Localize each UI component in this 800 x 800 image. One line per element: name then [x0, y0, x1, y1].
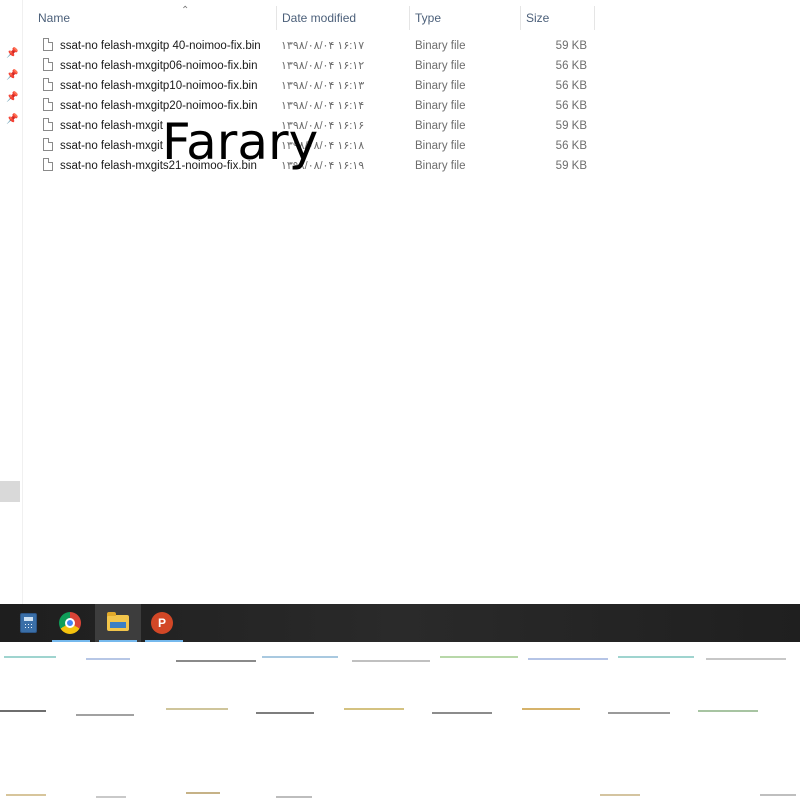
glitch-line — [706, 658, 786, 660]
pin-icon[interactable]: 📌 — [6, 48, 18, 60]
file-row[interactable]: ssat-no felash-mxgitp06-noimoo-fix.bin ۱… — [32, 56, 596, 76]
glitch-line — [76, 714, 134, 716]
scrollbar-thumb[interactable] — [0, 481, 20, 502]
taskbar-chrome-button[interactable] — [48, 604, 94, 642]
file-size: 56 KB — [555, 60, 587, 72]
file-date: ۱۳۹۸/۰۸/۰۴ ۱۶:۱۳ — [281, 80, 365, 92]
file-size: 59 KB — [555, 160, 587, 172]
folder-icon — [107, 612, 129, 631]
glitch-line — [276, 796, 312, 798]
file-name: ssat-no felash-mxgitp 40-noimoo-fix.bin — [60, 40, 261, 52]
file-icon — [43, 58, 53, 71]
file-icon — [43, 158, 53, 171]
glitch-line — [176, 660, 256, 662]
file-icon — [43, 38, 53, 51]
glitch-line — [4, 656, 56, 658]
column-divider[interactable] — [594, 6, 595, 30]
corrupted-screen-area — [0, 642, 800, 800]
column-size[interactable]: Size — [520, 6, 594, 30]
file-name: ssat-no felash-mxgitp06-noimoo-fix.bin — [60, 60, 258, 72]
chrome-icon — [59, 612, 81, 634]
glitch-line — [262, 656, 338, 658]
calculator-icon — [20, 613, 37, 633]
file-name: ssat-no felash-mxgitp10-noimoo-fix.bin — [60, 80, 258, 92]
taskbar-powerpoint-button[interactable]: P — [141, 604, 187, 642]
file-date: ۱۳۹۸/۰۸/۰۴ ۱۶:۱۲ — [281, 60, 365, 72]
file-type: Binary file — [415, 160, 466, 172]
taskbar-file-explorer-button[interactable] — [95, 604, 141, 642]
glitch-line — [522, 708, 580, 710]
file-size: 56 KB — [555, 80, 587, 92]
glitch-line — [96, 796, 126, 798]
powerpoint-icon: P — [151, 612, 173, 634]
file-size: 56 KB — [555, 100, 587, 112]
taskbar-calculator-button[interactable] — [4, 604, 50, 642]
pin-icon[interactable]: 📌 — [6, 70, 18, 82]
glitch-line — [344, 708, 404, 710]
glitch-line — [186, 792, 220, 794]
file-size: 59 KB — [555, 40, 587, 52]
column-type[interactable]: Type — [409, 6, 520, 30]
glitch-line — [760, 794, 796, 796]
file-explorer-window: 📌 📌 📌 📌 ⌃ Name Date modified Type Size s… — [0, 0, 800, 604]
glitch-line — [256, 712, 314, 714]
file-row[interactable]: ssat-no felash-mxgitp10-noimoo-fix.bin ۱… — [32, 76, 596, 96]
glitch-line — [166, 708, 228, 710]
glitch-line — [440, 656, 518, 658]
file-icon — [43, 78, 53, 91]
glitch-line — [608, 712, 670, 714]
glitch-line — [618, 656, 694, 658]
glitch-line — [6, 794, 46, 796]
navigation-pane: 📌 📌 📌 📌 — [0, 0, 23, 604]
glitch-line — [528, 658, 608, 660]
file-size: 59 KB — [555, 120, 587, 132]
file-row[interactable]: ssat-no felash-mxgitp 40-noimoo-fix.bin … — [32, 36, 596, 56]
glitch-line — [600, 794, 640, 796]
file-type: Binary file — [415, 120, 466, 132]
glitch-line — [698, 710, 758, 712]
column-name[interactable]: Name — [32, 6, 276, 30]
taskbar: P — [0, 604, 800, 642]
file-type: Binary file — [415, 40, 466, 52]
file-date: ۱۳۹۸/۰۸/۰۴ ۱۶:۱۷ — [281, 40, 365, 52]
file-icon — [43, 138, 53, 151]
file-type: Binary file — [415, 140, 466, 152]
glitch-line — [0, 710, 46, 712]
pin-icon[interactable]: 📌 — [6, 114, 18, 126]
column-header: ⌃ Name Date modified Type Size — [32, 6, 596, 30]
pin-icon[interactable]: 📌 — [6, 92, 18, 104]
file-icon — [43, 98, 53, 111]
file-icon — [43, 118, 53, 131]
glitch-line — [432, 712, 492, 714]
file-type: Binary file — [415, 60, 466, 72]
file-size: 56 KB — [555, 140, 587, 152]
column-date-modified[interactable]: Date modified — [276, 6, 409, 30]
file-type: Binary file — [415, 100, 466, 112]
watermark-text: Farary — [162, 113, 319, 171]
glitch-line — [352, 660, 430, 662]
file-type: Binary file — [415, 80, 466, 92]
glitch-line — [86, 658, 130, 660]
